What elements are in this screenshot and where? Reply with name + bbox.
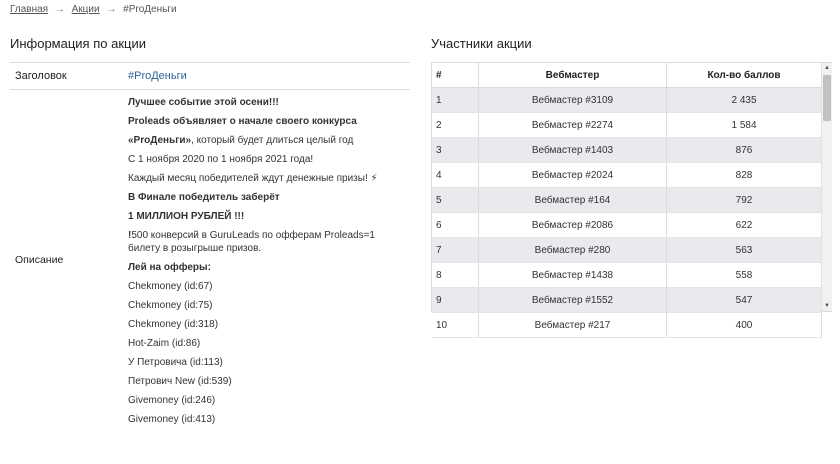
breadcrumb-current: #ProДеньги bbox=[123, 4, 177, 15]
table-row: 8 Вебмастер #1438 558 bbox=[432, 262, 822, 288]
column-header-webmaster: Вебмастер bbox=[478, 63, 667, 88]
heading-value: #ProДеньги bbox=[128, 70, 187, 82]
column-header-num: # bbox=[432, 63, 479, 88]
row-num: 6 bbox=[432, 212, 479, 238]
description-line: С 1 ноября 2020 по 1 ноября 2021 года! bbox=[128, 154, 314, 165]
row-webmaster: Вебмастер #2086 bbox=[478, 212, 667, 238]
row-points: 622 bbox=[666, 212, 822, 238]
description-line: Лучшее событие этой осени!!! bbox=[128, 97, 279, 108]
description-label: Описание bbox=[15, 253, 64, 266]
row-points: 792 bbox=[666, 187, 822, 213]
description-content: Лучшее событие этой осени!!! Proleads об… bbox=[128, 90, 408, 429]
table-row: 4 Вебмастер #2024 828 bbox=[432, 162, 822, 188]
description-line: Proleads объявляет о начале своего конку… bbox=[128, 116, 357, 127]
description-line: В Финале победитель заберёт bbox=[128, 192, 280, 203]
scrollbar-thumb[interactable] bbox=[823, 75, 831, 121]
offer-item: У Петровича (id:113) bbox=[128, 357, 223, 368]
column-header-points: Кол-во баллов bbox=[666, 63, 822, 88]
table-row: 3 Вебмастер #1403 876 bbox=[432, 137, 822, 163]
table-row: 1 Вебмастер #3109 2 435 bbox=[432, 87, 822, 113]
row-num: 10 bbox=[432, 312, 479, 338]
participants-title: Участники акции bbox=[431, 36, 532, 51]
row-points: 547 bbox=[666, 287, 822, 313]
offer-item: Chekmoney (id:75) bbox=[128, 300, 213, 311]
row-webmaster: Вебмастер #217 bbox=[478, 312, 667, 338]
description-line: «ProДеньги», который будет длиться целый… bbox=[128, 134, 408, 147]
offer-item: Chekmoney (id:67) bbox=[128, 281, 213, 292]
table-row: 7 Вебмастер #280 563 bbox=[432, 237, 822, 263]
row-num: 5 bbox=[432, 187, 479, 213]
breadcrumb: Главная → Акции → #ProДеньги bbox=[10, 4, 177, 15]
row-webmaster: Вебмастер #1403 bbox=[478, 137, 667, 163]
table-row: 9 Вебмастер #1552 547 bbox=[432, 287, 822, 313]
breadcrumb-promos-link[interactable]: Акции bbox=[72, 4, 100, 15]
row-webmaster: Вебмастер #164 bbox=[478, 187, 667, 213]
row-num: 7 bbox=[432, 237, 479, 263]
row-points: 828 bbox=[666, 162, 822, 188]
table-row: 5 Вебмастер #164 792 bbox=[432, 187, 822, 213]
promo-info-panel: Информация по акции Заголовок #ProДеньги… bbox=[10, 36, 410, 429]
table-header-row: # Вебмастер Кол-во баллов bbox=[432, 63, 822, 88]
row-num: 2 bbox=[432, 112, 479, 138]
description-row: Описание Лучшее событие этой осени!!! Pr… bbox=[10, 90, 410, 429]
row-points: 558 bbox=[666, 262, 822, 288]
contest-duration: , который будет длиться целый год bbox=[191, 135, 354, 146]
promo-info-title: Информация по акции bbox=[10, 36, 146, 51]
row-webmaster: Вебмастер #2024 bbox=[478, 162, 667, 188]
table-scrollbar[interactable]: ▲ ▼ bbox=[821, 63, 832, 311]
breadcrumb-home-link[interactable]: Главная bbox=[10, 4, 48, 15]
row-webmaster: Вебмастер #1438 bbox=[478, 262, 667, 288]
heading-label: Заголовок bbox=[15, 70, 67, 82]
conversion-rule: 500 конверсий в GuruLeads по офферам Pro… bbox=[128, 230, 375, 254]
description-line: Каждый месяц победителей ждут денежные п… bbox=[128, 173, 378, 184]
row-points: 400 bbox=[666, 312, 822, 338]
row-points: 2 435 bbox=[666, 87, 822, 113]
table-row: 6 Вебмастер #2086 622 bbox=[432, 212, 822, 238]
description-line: 1 МИЛЛИОН РУБЛЕЙ !!! bbox=[128, 211, 245, 222]
row-webmaster: Вебмастер #280 bbox=[478, 237, 667, 263]
offer-item: Givemoney (id:413) bbox=[128, 414, 216, 425]
participants-panel: Участники акции # Вебмастер Кол-во балло… bbox=[431, 36, 832, 338]
row-points: 876 bbox=[666, 137, 822, 163]
offer-item: Givemoney (id:246) bbox=[128, 395, 216, 406]
scroll-down-arrow-icon[interactable]: ▼ bbox=[822, 301, 832, 311]
description-line: Лей на офферы: bbox=[128, 262, 211, 273]
participants-table: # Вебмастер Кол-во баллов 1 Вебмастер #31… bbox=[432, 63, 822, 338]
row-num: 1 bbox=[432, 87, 479, 113]
row-num: 9 bbox=[432, 287, 479, 313]
table-row: 10 Вебмастер #217 400 bbox=[432, 312, 822, 338]
row-points: 1 584 bbox=[666, 112, 822, 138]
row-webmaster: Вебмастер #2274 bbox=[478, 112, 667, 138]
heading-row: Заголовок #ProДеньги bbox=[10, 62, 410, 90]
contest-name: «ProДеньги» bbox=[128, 135, 192, 146]
breadcrumb-separator: → bbox=[106, 4, 117, 15]
row-webmaster: Вебмастер #3109 bbox=[478, 87, 667, 113]
description-line: !500 конверсий в GuruLeads по офферам Pr… bbox=[128, 229, 408, 255]
offer-item: Петрович New (id:539) bbox=[128, 376, 232, 387]
offer-item: Hot-Zaim (id:86) bbox=[128, 338, 201, 349]
row-num: 3 bbox=[432, 137, 479, 163]
scroll-up-arrow-icon[interactable]: ▲ bbox=[822, 63, 832, 73]
row-num: 8 bbox=[432, 262, 479, 288]
breadcrumb-separator: → bbox=[54, 4, 65, 15]
row-webmaster: Вебмастер #1552 bbox=[478, 287, 667, 313]
row-points: 563 bbox=[666, 237, 822, 263]
participants-table-container[interactable]: # Вебмастер Кол-во баллов 1 Вебмастер #31… bbox=[431, 62, 832, 338]
table-row: 2 Вебмастер #2274 1 584 bbox=[432, 112, 822, 138]
offer-item: Chekmoney (id:318) bbox=[128, 319, 219, 330]
row-num: 4 bbox=[432, 162, 479, 188]
